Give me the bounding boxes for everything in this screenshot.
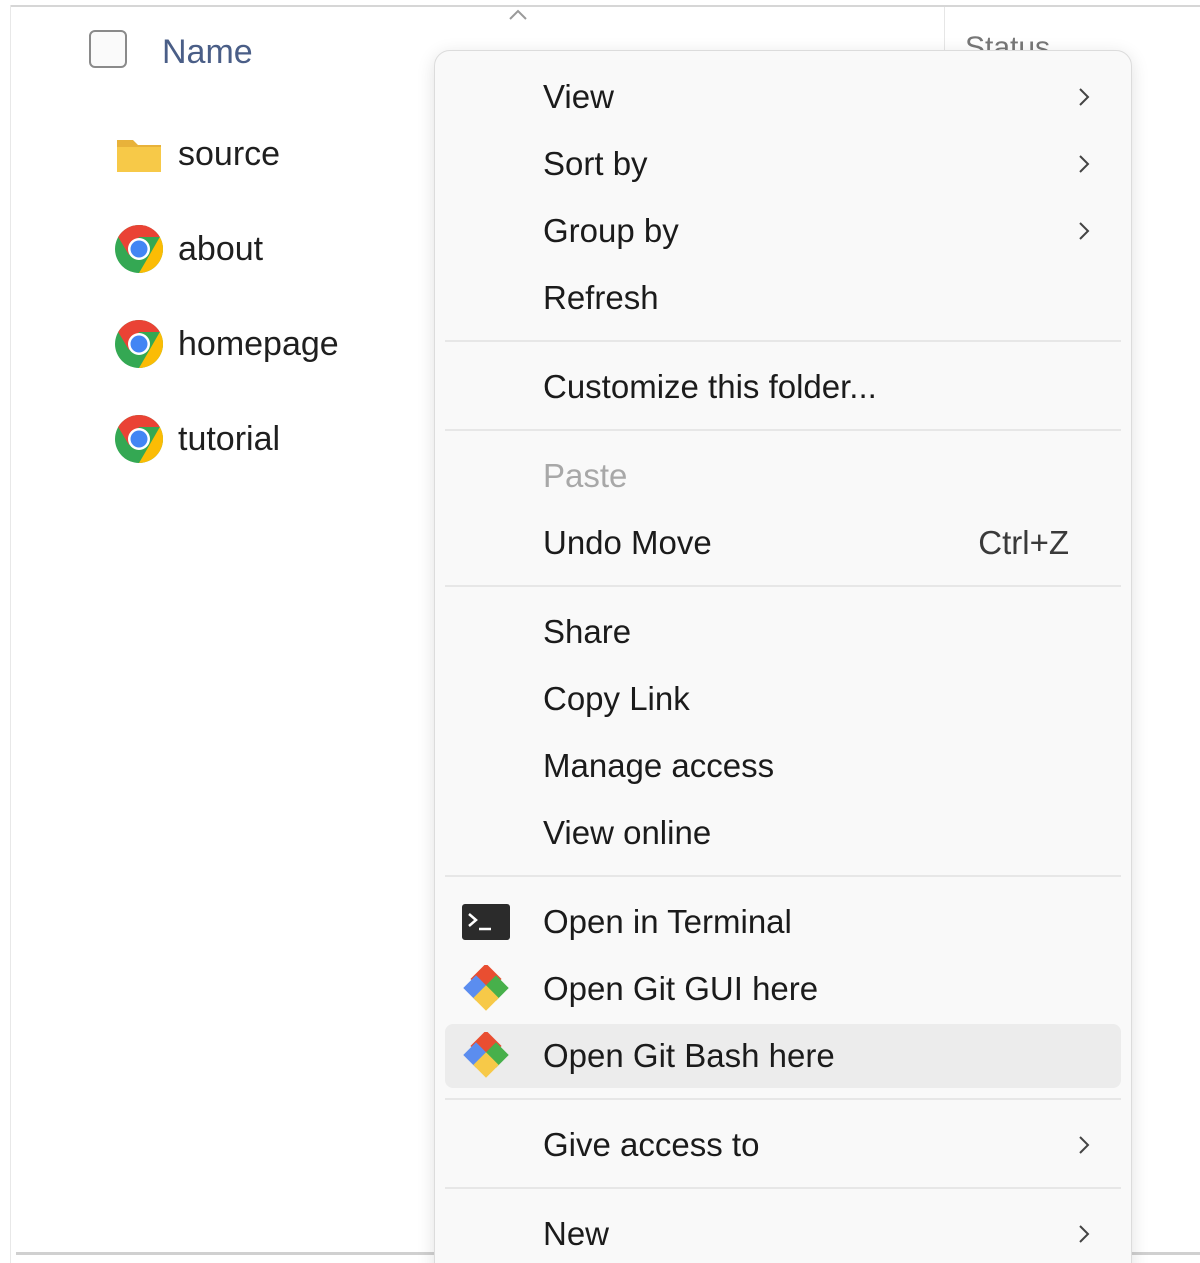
file-explorer-window: Name Status source about homepage tutori…	[0, 0, 1200, 1263]
menu-item-view[interactable]: View	[445, 65, 1121, 129]
file-name: homepage	[178, 324, 339, 363]
menu-item-open-git-gui[interactable]: Open Git GUI here	[445, 957, 1121, 1021]
chrome-icon	[110, 410, 168, 468]
file-row-source[interactable]: source	[110, 124, 280, 184]
menu-item-label: Give access to	[543, 1126, 760, 1163]
file-row-tutorial[interactable]: tutorial	[110, 409, 280, 469]
menu-item-label: New	[543, 1215, 610, 1252]
menu-item-undo-move[interactable]: Undo Move Ctrl+Z	[445, 511, 1121, 575]
chevron-right-icon	[1079, 1136, 1090, 1154]
header-top-border	[10, 5, 1200, 7]
menu-item-label: Sort by	[543, 145, 648, 182]
menu-item-give-access-to[interactable]: Give access to	[445, 1113, 1121, 1177]
chevron-right-icon	[1079, 1225, 1090, 1243]
menu-item-share[interactable]: Share	[445, 600, 1121, 664]
chevron-right-icon	[1079, 155, 1090, 173]
select-all-checkbox[interactable]	[89, 30, 127, 68]
column-header-status[interactable]: Status	[965, 30, 1050, 50]
menu-item-open-git-bash[interactable]: Open Git Bash here	[445, 1024, 1121, 1088]
menu-item-label: Undo Move	[543, 524, 712, 561]
menu-item-label: Open in Terminal	[543, 903, 792, 940]
file-row-homepage[interactable]: homepage	[110, 314, 339, 374]
git-bash-icon	[463, 1032, 509, 1078]
menu-separator	[445, 1098, 1121, 1100]
left-border	[10, 5, 11, 1263]
git-gui-icon	[463, 965, 509, 1011]
menu-item-manage-access[interactable]: Manage access	[445, 734, 1121, 798]
sort-ascending-icon[interactable]	[504, 6, 532, 24]
chevron-right-icon	[1079, 88, 1090, 106]
menu-item-group-by[interactable]: Group by	[445, 199, 1121, 263]
menu-separator	[445, 875, 1121, 877]
file-row-about[interactable]: about	[110, 219, 263, 279]
menu-item-customize-folder[interactable]: Customize this folder...	[445, 355, 1121, 419]
menu-item-label: Open Git Bash here	[543, 1037, 835, 1074]
column-divider[interactable]	[944, 7, 945, 52]
folder-icon	[110, 125, 168, 183]
file-name: tutorial	[178, 419, 281, 458]
menu-item-label: Copy Link	[543, 680, 690, 717]
chevron-right-icon	[1079, 222, 1090, 240]
menu-item-label: Group by	[543, 212, 679, 249]
menu-item-label: Customize this folder...	[543, 368, 877, 405]
file-name: about	[178, 229, 264, 268]
menu-item-refresh[interactable]: Refresh	[445, 266, 1121, 330]
menu-item-label: Open Git GUI here	[543, 970, 819, 1007]
menu-separator	[445, 585, 1121, 587]
menu-item-label: Paste	[543, 457, 628, 494]
menu-separator	[445, 1187, 1121, 1189]
menu-item-view-online[interactable]: View online	[445, 801, 1121, 865]
file-name: source	[178, 134, 281, 173]
menu-item-label: View	[543, 78, 614, 115]
menu-item-paste: Paste	[445, 444, 1121, 508]
menu-item-copy-link[interactable]: Copy Link	[445, 667, 1121, 731]
chrome-icon	[110, 315, 168, 373]
menu-item-label: View online	[543, 814, 712, 851]
menu-item-label: Share	[543, 613, 632, 650]
menu-item-label: Manage access	[543, 747, 775, 784]
menu-item-label: Refresh	[543, 279, 659, 316]
context-menu: View Sort by Group by Refresh Customize …	[434, 50, 1132, 1263]
chrome-icon	[110, 220, 168, 278]
shortcut-label: Ctrl+Z	[978, 524, 1069, 561]
terminal-icon	[462, 904, 510, 940]
menu-separator	[445, 429, 1121, 431]
menu-separator	[445, 340, 1121, 342]
menu-item-sort-by[interactable]: Sort by	[445, 132, 1121, 196]
menu-item-open-in-terminal[interactable]: Open in Terminal	[445, 890, 1121, 954]
column-header-name[interactable]: Name	[162, 30, 253, 74]
menu-item-new[interactable]: New	[445, 1202, 1121, 1263]
